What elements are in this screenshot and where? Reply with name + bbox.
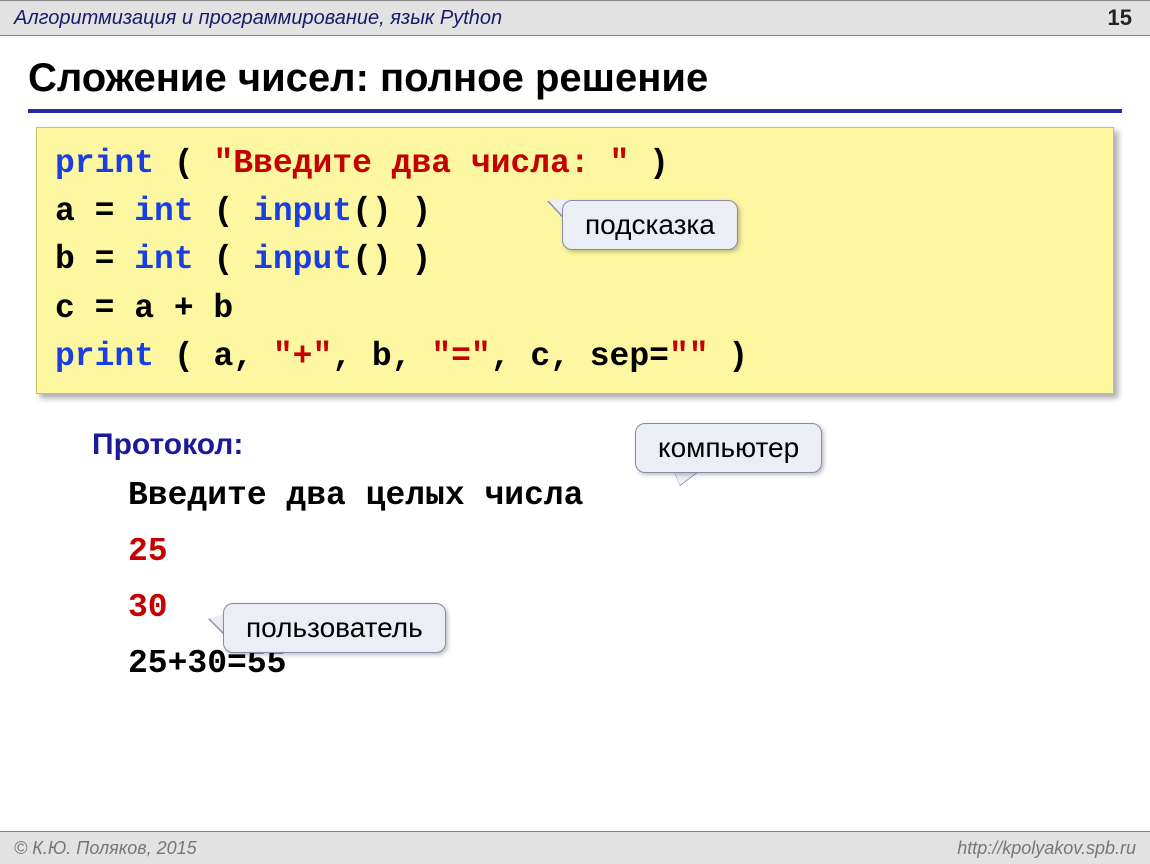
code-line-4: c = a + b (55, 285, 1095, 333)
code-text: () ) (352, 193, 431, 230)
string-literal: "Введите два числа: " (213, 145, 629, 182)
code-line-1: print ( "Введите два числа: " ) (55, 140, 1095, 188)
code-box: print ( "Введите два числа: " ) a = int … (36, 127, 1114, 394)
code-text: c = a + b (55, 290, 233, 327)
code-text: a = (55, 193, 134, 230)
code-line-5: print ( a, "+", b, "=", c, sep="" ) (55, 333, 1095, 381)
keyword-print: print (55, 145, 154, 182)
header-title: Алгоритмизация и программирование, язык … (14, 7, 502, 29)
code-text: ( a, (154, 338, 273, 375)
footer-right: http://kpolyakov.spb.ru (957, 832, 1136, 864)
code-text: , c, sep= (491, 338, 669, 375)
code-text: ( (194, 193, 253, 230)
code-text: ) (709, 338, 749, 375)
code-text: ( (194, 241, 253, 278)
code-text: b = (55, 241, 134, 278)
keyword-print: print (55, 338, 154, 375)
keyword-int: int (134, 241, 193, 278)
string-literal: "=" (431, 338, 490, 375)
keyword-input: input (253, 193, 352, 230)
slide-title: Сложение чисел: полное решение (28, 56, 1122, 113)
footer-bar: © К.Ю. Поляков, 2015 http://kpolyakov.sp… (0, 831, 1150, 864)
code-text: , b, (332, 338, 431, 375)
page-number: 15 (1108, 1, 1132, 35)
code-text: ) (629, 145, 669, 182)
keyword-input: input (253, 241, 352, 278)
callout-computer: компьютер (635, 423, 822, 473)
protocol-line-prompt: Введите два целых числа (128, 468, 1150, 524)
code-text: () ) (352, 241, 431, 278)
keyword-int: int (134, 193, 193, 230)
footer-left: © К.Ю. Поляков, 2015 (14, 838, 197, 858)
string-literal: "+" (273, 338, 332, 375)
header-bar: Алгоритмизация и программирование, язык … (0, 0, 1150, 36)
callout-user: пользователь (223, 603, 446, 653)
string-literal: "" (669, 338, 709, 375)
protocol-block: Введите два целых числа 25 30 25+30=55 (128, 468, 1150, 692)
protocol-line-input1: 25 (128, 524, 1150, 580)
protocol-label: Протокол: (92, 428, 1150, 462)
callout-hint: подсказка (562, 200, 738, 250)
code-text: ( (154, 145, 213, 182)
